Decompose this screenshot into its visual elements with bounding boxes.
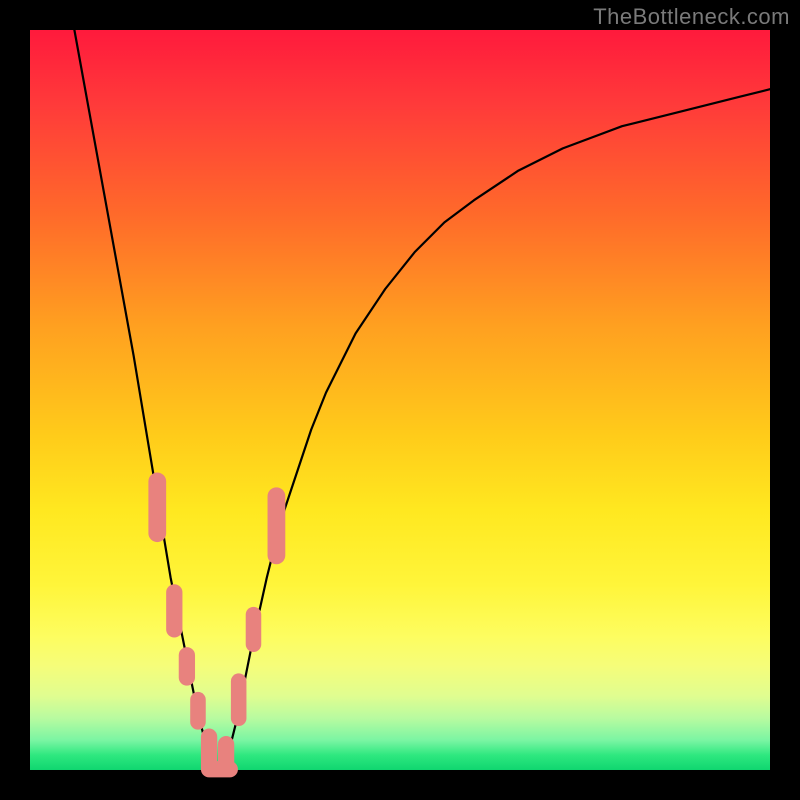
data-marker [179,647,195,685]
data-marker [166,584,182,637]
bottleneck-curve [219,89,770,768]
data-marker [201,761,238,777]
bottleneck-curve [74,30,218,769]
chart-markers [148,473,285,778]
data-marker [190,692,206,730]
data-marker [246,607,262,652]
chart-curves [74,30,770,769]
plot-area [30,30,770,770]
chart-frame: TheBottleneck.com [0,0,800,800]
data-marker [148,473,166,543]
chart-svg [30,30,770,770]
data-marker [231,673,247,726]
watermark-text: TheBottleneck.com [593,4,790,30]
data-marker [268,487,286,564]
